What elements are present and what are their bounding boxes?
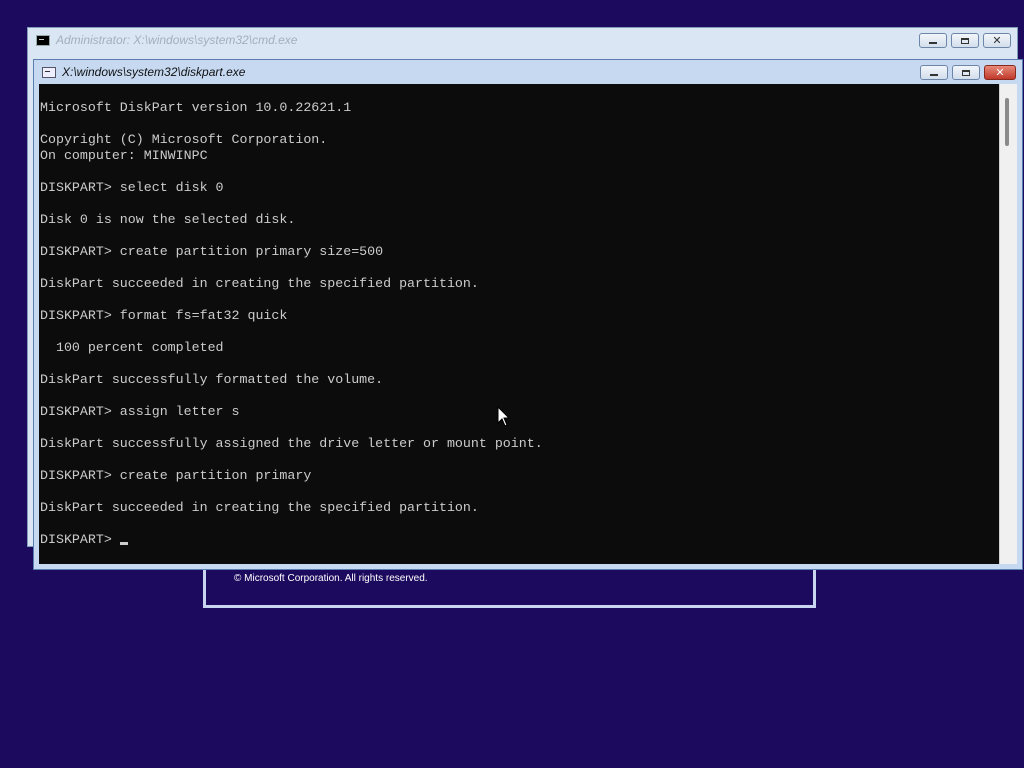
diskpart-window[interactable]: X:\windows\system32\diskpart.exe ✕ Micro… <box>33 59 1023 570</box>
diskpart-titlebar[interactable]: X:\windows\system32\diskpart.exe ✕ <box>34 60 1022 84</box>
console-scrollbar[interactable] <box>999 84 1017 564</box>
desktop: © Microsoft Corporation. All rights rese… <box>0 0 1024 768</box>
console-line: DISKPART> select disk 0 <box>40 180 224 195</box>
console-prompt-line[interactable]: DISKPART> <box>40 532 1000 548</box>
maximize-icon <box>961 37 969 44</box>
close-icon: ✕ <box>992 34 1002 47</box>
diskpart-window-title: X:\windows\system32\diskpart.exe <box>62 65 246 79</box>
cmd-minimize-button[interactable] <box>919 33 947 48</box>
maximize-icon <box>962 69 970 76</box>
minimize-icon <box>929 42 937 44</box>
console-output[interactable]: Microsoft DiskPart version 10.0.22621.1 C… <box>39 84 1000 564</box>
console-line: DISKPART> create partition primary size=… <box>40 244 384 259</box>
setup-copyright-text: © Microsoft Corporation. All rights rese… <box>234 573 428 584</box>
console-line: DISKPART> assign letter s <box>40 404 240 419</box>
close-icon: ✕ <box>995 66 1005 79</box>
console-line: DiskPart succeeded in creating the speci… <box>40 500 479 515</box>
diskpart-window-controls: ✕ <box>920 65 1016 80</box>
console-line: DiskPart successfully formatted the volu… <box>40 372 384 387</box>
console-line: DISKPART> create partition primary <box>40 468 312 483</box>
cmd-close-button[interactable]: ✕ <box>983 33 1011 48</box>
cmd-titlebar[interactable]: Administrator: X:\windows\system32\cmd.e… <box>28 28 1017 52</box>
diskpart-icon <box>42 66 56 78</box>
cmd-maximize-button[interactable] <box>951 33 979 48</box>
console-line: DISKPART> format fs=fat32 quick <box>40 308 288 323</box>
console-text: Microsoft DiskPart version 10.0.22621.1 C… <box>39 84 1000 548</box>
console-line: DiskPart succeeded in creating the speci… <box>40 276 479 291</box>
cmd-icon <box>36 34 50 46</box>
console-line: Microsoft DiskPart version 10.0.22621.1 <box>40 100 352 115</box>
text-cursor <box>119 542 128 545</box>
console-line: Disk 0 is now the selected disk. <box>40 212 296 227</box>
diskpart-maximize-button[interactable] <box>952 65 980 80</box>
minimize-icon <box>930 74 938 76</box>
cmd-window-controls: ✕ <box>919 33 1011 48</box>
console-prompt: DISKPART> <box>40 532 120 547</box>
console-line: Copyright (C) Microsoft Corporation. <box>40 132 328 147</box>
mouse-pointer-icon <box>497 406 511 427</box>
diskpart-close-button[interactable]: ✕ <box>984 65 1016 80</box>
console-line: DiskPart successfully assigned the drive… <box>40 436 543 451</box>
cmd-window-title: Administrator: X:\windows\system32\cmd.e… <box>56 33 298 47</box>
diskpart-minimize-button[interactable] <box>920 65 948 80</box>
console-line: On computer: MINWINPC <box>40 148 208 163</box>
scrollbar-thumb[interactable] <box>1005 98 1009 146</box>
console-line: 100 percent completed <box>40 340 224 355</box>
